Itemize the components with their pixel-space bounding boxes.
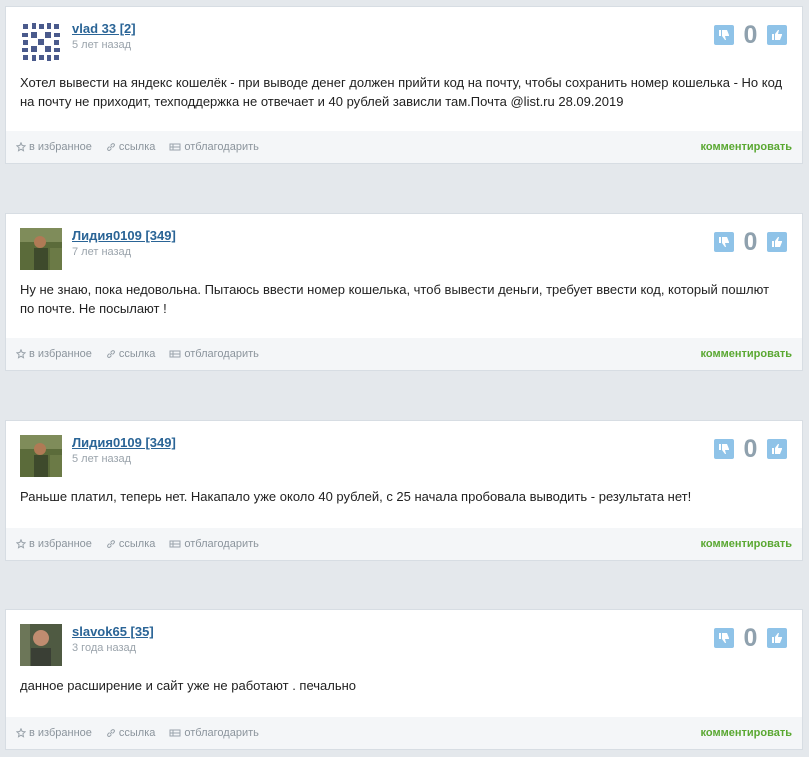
comment-card: slavok65 [35] 3 года назад 0 данное расш… (6, 610, 802, 749)
thumbs-up-icon[interactable] (767, 232, 787, 252)
thumbs-up-icon[interactable] (767, 25, 787, 45)
thank-label: отблагодарить (184, 727, 259, 739)
favorite-button[interactable]: в избранное (16, 348, 92, 360)
link-button[interactable]: ссылка (106, 141, 156, 153)
comment-text: Раньше платил, теперь нет. Накапало уже … (20, 489, 692, 504)
comment-date: 3 года назад (72, 642, 137, 654)
link-button[interactable]: ссылка (106, 727, 156, 739)
favorite-button[interactable]: в избранное (16, 141, 92, 153)
thank-button[interactable]: отблагодарить (169, 538, 259, 550)
star-icon (16, 349, 26, 359)
comment-date: 5 лет назад (72, 39, 132, 51)
comment-date: 5 лет назад (72, 453, 132, 465)
star-icon (16, 728, 26, 738)
author-link[interactable]: slavok65 [35] (72, 624, 154, 639)
thumbs-down-icon[interactable] (714, 439, 734, 459)
vote-controls: 0 (714, 436, 787, 462)
link-label: ссылка (118, 538, 156, 550)
comment-date: 7 лет назад (72, 246, 132, 258)
reply-link[interactable]: комментировать (701, 538, 792, 550)
thumbs-down-icon[interactable] (714, 232, 734, 252)
thumbs-up-icon[interactable] (767, 439, 787, 459)
comment-card: Лидия0109 [349] 7 лет назад 0 Ну не знаю… (6, 214, 802, 370)
author-link[interactable]: Лидия0109 [349] (72, 435, 176, 450)
link-label: ссылка (118, 141, 156, 153)
reply-link[interactable]: комментировать (701, 348, 792, 360)
favorite-label: в избранное (29, 348, 92, 360)
thank-label: отблагодарить (184, 538, 259, 550)
comment-text: Хотел вывести на яндекс кошелёк - при вы… (20, 75, 783, 109)
favorite-label: в избранное (29, 538, 92, 550)
comment-footer: в избранное ссылка отблагодарить коммент… (6, 528, 802, 560)
thumbs-down-icon[interactable] (714, 25, 734, 45)
vote-count: 0 (743, 624, 758, 652)
link-icon (106, 350, 115, 358)
vote-controls: 0 (714, 229, 787, 255)
comment-footer: в избранное ссылка отблагодарить коммент… (6, 131, 802, 163)
link-label: ссылка (118, 348, 156, 360)
link-icon (106, 143, 115, 151)
avatar[interactable] (20, 21, 62, 63)
link-icon (106, 729, 115, 737)
comment-card: Лидия0109 [349] 5 лет назад 0 Раньше пла… (6, 421, 802, 560)
reply-link[interactable]: комментировать (701, 727, 792, 739)
favorite-button[interactable]: в избранное (16, 538, 92, 550)
thumbs-up-icon[interactable] (767, 628, 787, 648)
favorite-button[interactable]: в избранное (16, 727, 92, 739)
gift-icon (169, 143, 181, 151)
avatar[interactable] (20, 228, 62, 270)
gift-icon (169, 540, 181, 548)
author-link[interactable]: Лидия0109 [349] (72, 228, 176, 243)
reply-link[interactable]: комментировать (701, 141, 792, 153)
link-icon (106, 540, 115, 548)
star-icon (16, 539, 26, 549)
author-link[interactable]: vlad 33 [2] (72, 21, 136, 36)
comment-footer: в избранное ссылка отблагодарить коммент… (6, 717, 802, 749)
vote-count: 0 (743, 228, 758, 256)
gift-icon (169, 729, 181, 737)
comment-text: данное расширение и сайт уже не работают… (20, 678, 357, 693)
vote-controls: 0 (714, 625, 787, 651)
star-icon (16, 142, 26, 152)
vote-count: 0 (743, 435, 758, 463)
gift-icon (169, 350, 181, 358)
favorite-label: в избранное (29, 141, 92, 153)
favorite-label: в избранное (29, 727, 92, 739)
comment-text: Ну не знаю, пока недовольна. Пытаюсь вве… (20, 282, 770, 316)
avatar[interactable] (20, 624, 62, 666)
thank-button[interactable]: отблагодарить (169, 727, 259, 739)
thank-button[interactable]: отблагодарить (169, 141, 259, 153)
link-button[interactable]: ссылка (106, 538, 156, 550)
comment-card: vlad 33 [2] 5 лет назад 0 Хотел вывести … (6, 7, 802, 163)
vote-count: 0 (743, 21, 758, 49)
link-button[interactable]: ссылка (106, 348, 156, 360)
thank-label: отблагодарить (184, 141, 259, 153)
link-label: ссылка (118, 727, 156, 739)
avatar[interactable] (20, 435, 62, 477)
vote-controls: 0 (714, 22, 787, 48)
comment-footer: в избранное ссылка отблагодарить коммент… (6, 338, 802, 370)
thank-button[interactable]: отблагодарить (169, 348, 259, 360)
thumbs-down-icon[interactable] (714, 628, 734, 648)
thank-label: отблагодарить (184, 348, 259, 360)
